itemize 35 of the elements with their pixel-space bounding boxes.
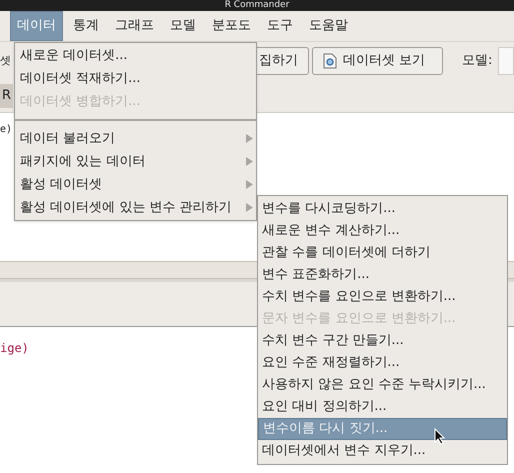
menu-item[interactable]: 분포도 (206, 11, 257, 41)
menu-entry[interactable]: 활성 데이터셋에 있는 변수 관리하기 (15, 196, 256, 219)
model-field[interactable] (498, 47, 514, 75)
submenu-arrow-icon (246, 180, 253, 189)
menu-item[interactable]: 통계 (67, 11, 105, 41)
menu-entry[interactable]: 새로운 데이터셋... (15, 44, 256, 67)
tab-fragment[interactable]: R (0, 84, 14, 108)
code-fragment: e) (0, 124, 12, 135)
menu-item[interactable]: 도구 (261, 11, 299, 41)
menu-entry[interactable]: 변수를 다시코딩하기... (258, 198, 507, 220)
menu-entry[interactable]: 수치 변수를 요인으로 변환하기... (258, 286, 507, 308)
menu-entry[interactable]: 데이터셋에서 변수 지우기... (258, 440, 507, 462)
menu-entry[interactable]: 수치 변수 구간 만들기... (258, 330, 507, 352)
window-title: R Commander (224, 0, 290, 11)
toolbar-button[interactable]: 데이터셋 보기 (312, 47, 443, 75)
menu-entry[interactable]: 새로운 변수 계산하기... (258, 220, 507, 242)
menu-entry[interactable]: 관찰 수를 데이터셋에 더하기 (258, 242, 507, 264)
menu-entry[interactable]: 변수 표준화하기... (258, 264, 507, 286)
menu-entry[interactable]: 패키지에 있는 데이터 (15, 150, 256, 173)
menu-entry[interactable]: 사용하지 않은 요인 수준 누락시키기... (258, 374, 507, 396)
menu-entry[interactable]: 요인 수준 재정렬하기... (258, 352, 507, 374)
submenu-arrow-icon (246, 134, 253, 143)
submenu-arrow-icon (246, 157, 253, 166)
menu-entry[interactable]: 데이터 불러오기 (15, 127, 256, 150)
menu-item[interactable]: 도움말 (303, 11, 354, 41)
model-label: 모델: (462, 52, 492, 70)
menu-item[interactable]: 그래프 (109, 11, 160, 41)
output-fragment: ige) (0, 341, 29, 355)
menu-entry[interactable]: 활성 데이터셋 (15, 173, 256, 196)
menu-entry[interactable]: 데이터셋 적재하기... (15, 67, 256, 90)
mouse-pointer-icon (434, 428, 445, 445)
menu-entry[interactable]: 요인 대비 정의하기... (258, 396, 507, 418)
submenu-arrow-icon (246, 203, 253, 212)
menu-item[interactable]: 모델 (164, 11, 202, 41)
label-fragment: 셋 (0, 52, 11, 69)
